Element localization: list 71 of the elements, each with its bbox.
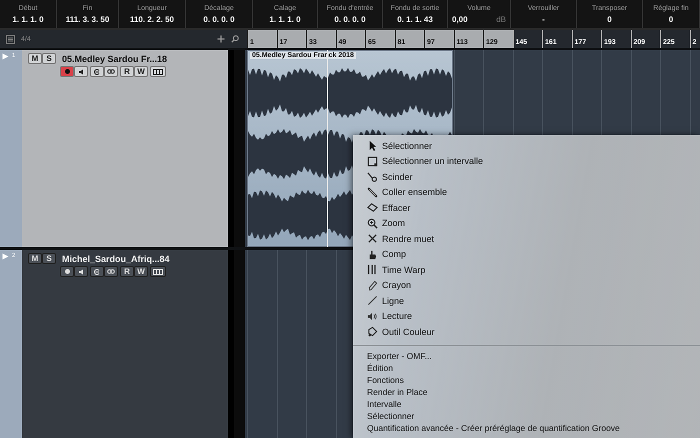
field-value[interactable]: 0. 1. 1. 43 [397,14,433,24]
field-value[interactable]: 111. 3. 3. 50 [66,14,110,24]
lanes-icon [153,68,163,74]
menu-item[interactable]: Lecture [353,308,700,324]
read-button[interactable]: R [120,266,134,277]
tool-icon [367,171,378,182]
tool-icon [367,186,378,198]
field-value[interactable]: 0. 0. 0. 0 [203,14,235,24]
menu-item[interactable]: Crayon [353,278,700,293]
write-button[interactable]: W [134,66,148,77]
field-value[interactable]: 1. 1. 1. 0 [269,14,301,24]
menu-item[interactable]: Sélectionner [353,410,700,422]
tool-icon [367,280,378,291]
menu-item[interactable]: Édition [353,362,700,374]
lanes-icon [153,268,163,274]
track-header[interactable]: M S Michel_Sardou_Afriq...84 R W [22,250,228,438]
edit-icon [94,68,100,74]
tool-icon [367,295,378,306]
field-value[interactable]: 0,00 [452,14,468,24]
lanes-button[interactable] [150,266,166,277]
tool-icon [367,202,378,214]
mute-button[interactable]: M [28,253,42,264]
edit-icon [94,268,100,274]
menu-item[interactable]: Exporter - OMF... [353,350,700,362]
tool-icon [367,140,378,152]
list-icon[interactable] [6,34,15,44]
write-button[interactable]: W [134,266,148,277]
field-value[interactable]: - [542,14,545,24]
speaker-icon [78,268,84,274]
link-button[interactable] [104,266,118,277]
link-button[interactable] [104,66,118,77]
link-icon [107,269,115,274]
field-value[interactable]: 1. 1. 1. 0 [12,14,44,24]
record-button[interactable] [60,266,74,277]
menu-item[interactable]: Outil Couleur [353,324,700,340]
field-value[interactable]: 0 [607,14,612,24]
lanes-button[interactable] [150,66,166,77]
tool-icon [367,248,378,260]
read-button[interactable]: R [120,66,134,77]
track-name[interactable]: Michel_Sardou_Afriq...84 [62,254,170,264]
monitor-button[interactable] [74,266,88,277]
monitor-button[interactable] [74,66,88,77]
field-value[interactable]: 0 [668,14,674,24]
menu-item[interactable]: Quantification avancée - Créer préréglage de quantification Groove [353,422,700,434]
solo-button[interactable]: S [42,53,56,64]
speaker-icon [78,68,84,74]
menu-item[interactable]: Render in Place [353,386,700,398]
add-icon[interactable] [217,35,225,43]
field-value[interactable]: 110. 2. 2. 50 [130,14,174,24]
mute-button[interactable]: M [28,53,42,64]
record-button[interactable] [60,66,74,77]
tool-icon [367,264,378,276]
search-icon[interactable] [231,35,239,43]
track-name[interactable]: 05.Medley Sardou Fr...18 [62,54,168,64]
tool-icon [367,326,378,338]
menu-item[interactable]: Comp [353,246,700,262]
menu-item[interactable]: Time Warp [353,262,700,278]
tool-icon [367,156,378,167]
tool-icon [367,218,378,229]
edit-button[interactable] [90,266,104,277]
solo-button[interactable]: S [42,253,56,264]
edit-button[interactable] [90,66,104,77]
track-header[interactable]: M S 05.Medley Sardou Fr...18 R W [22,50,228,247]
field-value[interactable]: 0. 0. 0. 0 [334,14,366,24]
menu-item[interactable]: Ligne [353,293,700,308]
unit-label: dB [496,14,506,24]
link-icon [107,69,115,74]
tool-icon [367,233,378,244]
menu-item[interactable]: Fonctions [353,374,700,386]
menu-item[interactable]: Intervalle [353,398,700,410]
tool-icon [367,310,378,322]
